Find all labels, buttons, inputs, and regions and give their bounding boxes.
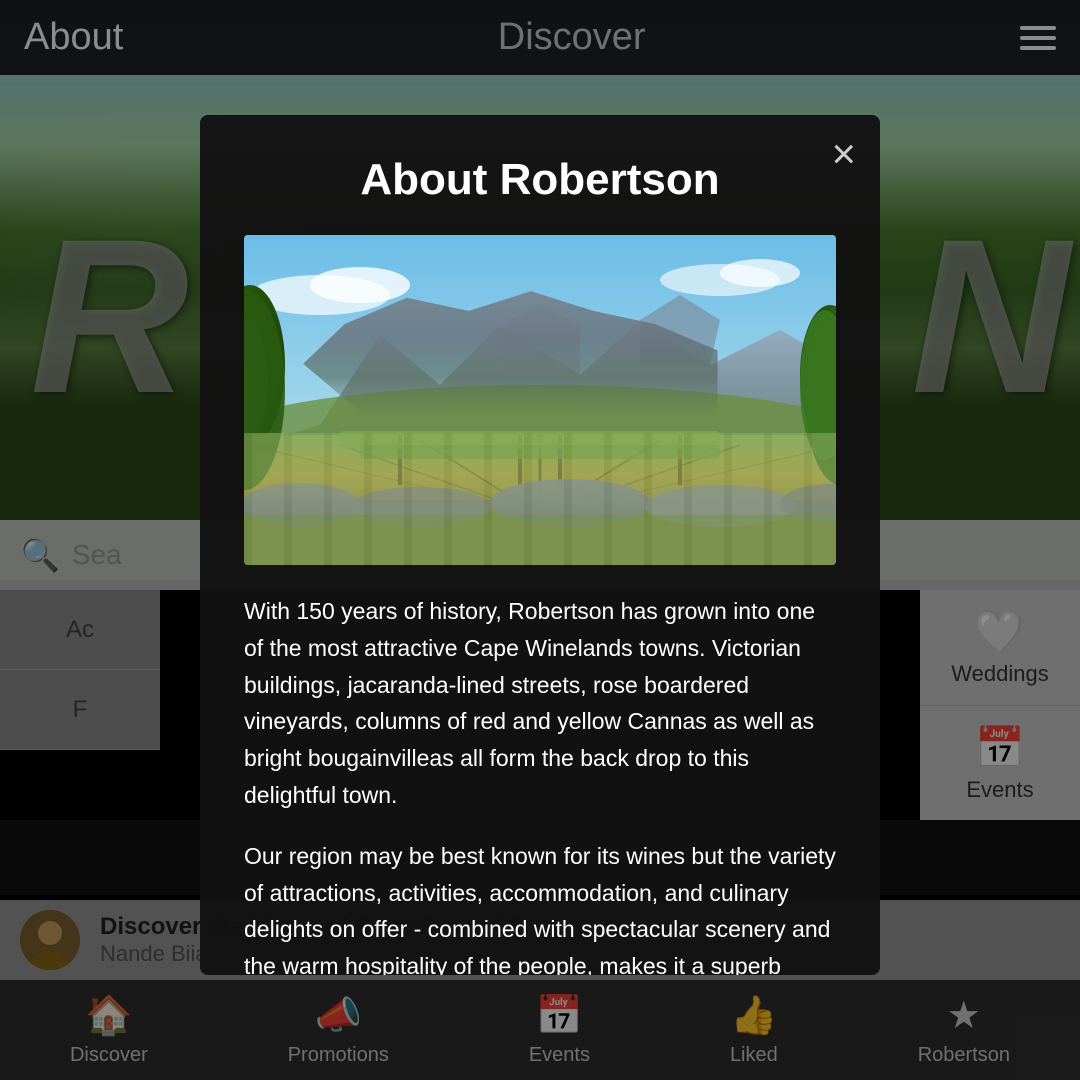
modal-landscape-image <box>244 235 836 565</box>
modal-title: About Robertson <box>244 155 836 205</box>
modal-paragraph-2: Our region may be best known for its win… <box>244 838 836 975</box>
about-modal: × About Robertson <box>200 115 880 975</box>
modal-overlay: × About Robertson <box>0 0 1080 1080</box>
modal-close-button[interactable]: × <box>831 133 856 175</box>
modal-paragraph-1: With 150 years of history, Robertson has… <box>244 593 836 814</box>
modal-body: With 150 years of history, Robertson has… <box>244 593 836 975</box>
